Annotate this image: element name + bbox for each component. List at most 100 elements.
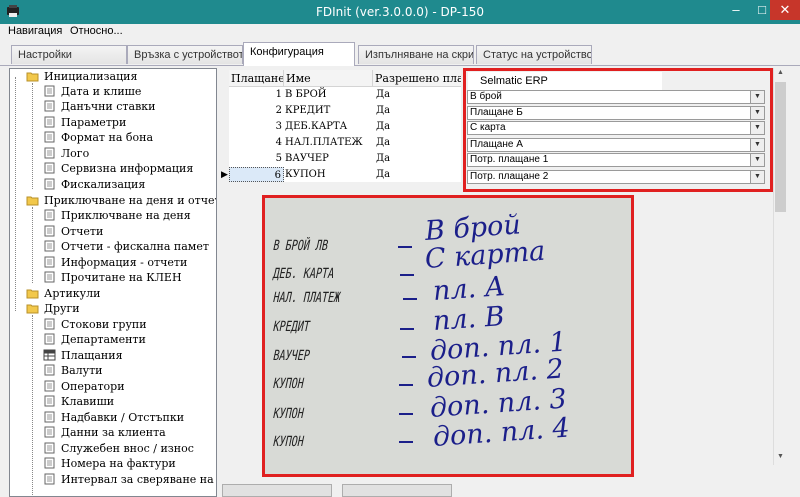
payment-number-cell[interactable]: 5 (229, 151, 282, 166)
document-icon (44, 256, 55, 268)
document-icon (44, 225, 55, 237)
payment-allowed-cell[interactable]: Да (376, 103, 456, 118)
printed-label: КУПОН (271, 376, 306, 392)
document-icon (44, 147, 55, 159)
printed-label: КУПОН (271, 434, 306, 450)
document-icon (44, 411, 55, 423)
chevron-down-icon[interactable]: ▼ (750, 154, 764, 166)
folder-icon (26, 304, 39, 314)
chevron-down-icon[interactable]: ▼ (750, 171, 764, 183)
payment-allowed-cell[interactable]: Да (376, 135, 456, 150)
chevron-down-icon[interactable]: ▼ (750, 91, 764, 103)
payment-number-cell[interactable]: 2 (229, 103, 282, 118)
chevron-down-icon[interactable]: ▼ (750, 122, 764, 134)
column-header-payment[interactable]: Плащане (229, 70, 284, 87)
payment-name-cell[interactable]: ДЕБ.КАРТА (285, 119, 371, 134)
printed-label: В БРОЙ ЛВ (271, 238, 330, 254)
payment-name-cell[interactable]: В БРОЙ (285, 87, 371, 102)
tab-configuration[interactable]: Конфигурация (243, 42, 355, 66)
document-icon (44, 178, 55, 190)
bottom-button-left[interactable] (222, 484, 332, 497)
document-icon (44, 209, 55, 221)
select-value: С карта (470, 122, 506, 133)
folder-icon (26, 289, 39, 299)
title-bar: FDInit (ver.3.0.0.0) - DP-150 – □ ✕ (0, 0, 800, 24)
printed-label: КРЕДИТ (271, 319, 312, 335)
tree-connector (32, 207, 33, 283)
document-icon (44, 380, 55, 392)
tree-connector (15, 77, 16, 311)
dash-mark (399, 384, 413, 386)
bottom-button-right[interactable] (342, 484, 452, 497)
payment-name-cell[interactable]: ВАУЧЕР (285, 151, 371, 166)
erp-title: Selmatic ERP (468, 72, 662, 90)
document-icon (44, 473, 55, 485)
select-value: Потр. плащане 2 (470, 171, 549, 182)
erp-select-payment-3[interactable]: С карта ▼ (467, 121, 765, 135)
document-icon (44, 395, 55, 407)
select-value: Плащане А (470, 139, 523, 150)
navigation-tree[interactable]: Инициализация Дата и клише Данъчни ставк… (9, 68, 217, 497)
dash-mark (399, 413, 413, 415)
erp-select-payment-5[interactable]: Потр. плащане 1 ▼ (467, 153, 765, 167)
menu-bar: Навигация Относно... (0, 24, 800, 40)
tab-run-script[interactable]: Изпълняване на скрипт (358, 45, 474, 64)
printed-label: ВАУЧЕР (271, 348, 312, 364)
menu-about[interactable]: Относно... (70, 25, 123, 37)
current-row-indicator: ▶ (221, 169, 228, 179)
tree-connector (32, 83, 33, 189)
column-header-name[interactable]: Име (284, 70, 373, 87)
erp-select-payment-2[interactable]: Плащане Б ▼ (467, 106, 765, 120)
select-value: Плащане Б (470, 107, 523, 118)
erp-select-payment-6[interactable]: Потр. плащане 2 ▼ (467, 170, 765, 184)
tab-settings[interactable]: Настройки (11, 45, 127, 64)
tree-connector (32, 315, 33, 495)
folder-icon (26, 196, 39, 206)
document-icon (44, 85, 55, 97)
minimize-button[interactable]: – (722, 0, 750, 20)
tab-strip: Настройки Връзка с устройството Конфигур… (0, 41, 800, 66)
payment-number-cell[interactable]: 3 (229, 119, 282, 134)
payment-number-cell[interactable]: 4 (229, 135, 282, 150)
payment-allowed-cell[interactable]: Да (376, 151, 456, 166)
payment-allowed-cell[interactable]: Да (376, 119, 456, 134)
tab-device-status[interactable]: Статус на устройството (476, 45, 592, 64)
document-icon (44, 318, 55, 330)
chevron-down-icon[interactable]: ▼ (750, 139, 764, 151)
document-icon (44, 364, 55, 376)
close-button[interactable]: ✕ (770, 0, 800, 20)
document-icon (44, 100, 55, 112)
payment-allowed-cell[interactable]: Да (376, 167, 456, 182)
payment-number-cell[interactable]: 1 (229, 87, 282, 102)
document-icon (44, 333, 55, 345)
document-icon (44, 271, 55, 283)
scroll-thumb[interactable] (775, 82, 786, 212)
scroll-down-icon[interactable]: ▼ (775, 453, 786, 464)
document-icon (44, 442, 55, 454)
scroll-up-icon[interactable]: ▲ (775, 69, 786, 80)
payment-name-cell[interactable]: КРЕДИТ (285, 103, 371, 118)
payment-number-cell-selected[interactable]: 6 (229, 167, 284, 182)
column-header-allowed[interactable]: Разрешено плащане (373, 70, 461, 87)
vertical-scrollbar[interactable]: ▲ ▼ (773, 68, 787, 465)
document-icon (44, 240, 55, 252)
menu-navigation[interactable]: Навигация (8, 25, 62, 37)
tab-device-connection[interactable]: Връзка с устройството (127, 45, 243, 64)
document-icon (44, 457, 55, 469)
document-icon (44, 116, 55, 128)
payment-allowed-cell[interactable]: Да (376, 87, 456, 102)
grid-icon (43, 349, 56, 361)
payments-grid[interactable]: Плащане Име Разрешено плащане 1 В БРОЙ Д… (229, 70, 461, 182)
document-icon (44, 162, 55, 174)
select-value: В брой (470, 91, 502, 102)
select-value: Потр. плащане 1 (470, 154, 549, 165)
printed-label: ДЕБ. КАРТА (271, 266, 336, 282)
dash-mark (400, 274, 414, 276)
dash-mark (400, 328, 414, 330)
chevron-down-icon[interactable]: ▼ (750, 107, 764, 119)
erp-select-payment-1[interactable]: В брой ▼ (467, 90, 765, 104)
erp-select-payment-4[interactable]: Плащане А ▼ (467, 138, 765, 152)
payment-name-cell[interactable]: НАЛ.ПЛАТЕЖ (285, 135, 371, 150)
payment-name-cell[interactable]: КУПОН (285, 167, 371, 182)
receipt-annotation-photo: В БРОЙ ЛВ В брой ДЕБ. КАРТА С карта НАЛ.… (265, 198, 631, 474)
